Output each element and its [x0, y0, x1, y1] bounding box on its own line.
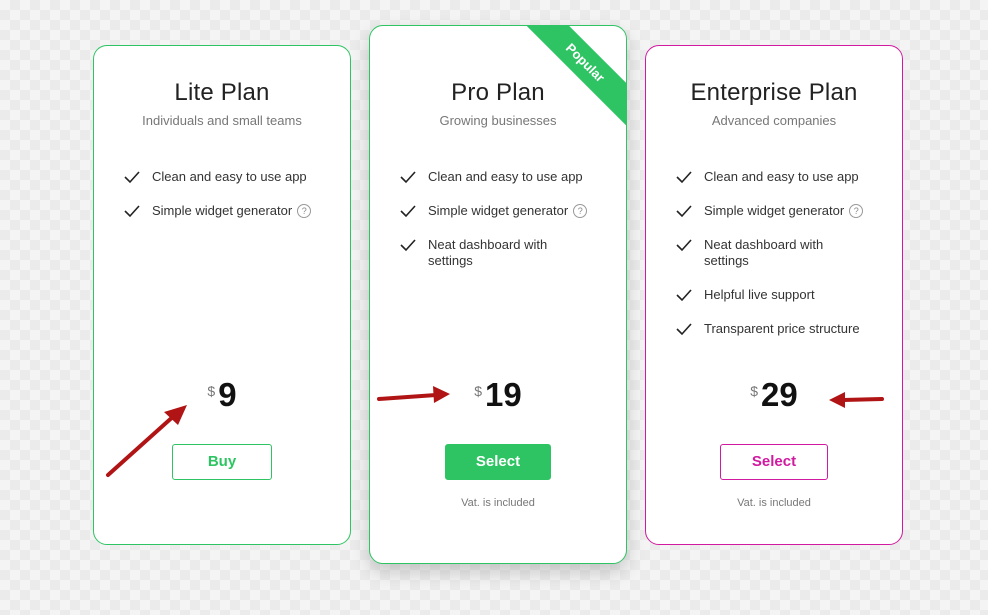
- lite-plan-card: Lite Plan Individuals and small teams Cl…: [93, 45, 351, 545]
- help-icon[interactable]: ?: [297, 204, 312, 218]
- feature-item: Simple widget generator?: [400, 203, 606, 219]
- check-icon: [676, 289, 692, 302]
- feature-text: Helpful live support: [704, 287, 815, 302]
- feature-list: Clean and easy to use app Simple widget …: [124, 169, 330, 237]
- feature-text: Clean and easy to use app: [704, 169, 859, 184]
- check-icon: [124, 171, 140, 184]
- check-icon: [124, 205, 140, 218]
- check-icon: [676, 323, 692, 336]
- price: $29: [646, 376, 902, 414]
- price-amount: 9: [218, 376, 237, 413]
- check-icon: [676, 171, 692, 184]
- feature-item: Neat dashboard with settings: [400, 237, 606, 269]
- plan-subtitle: Growing businesses: [439, 113, 557, 128]
- vat-note: Vat. is included: [461, 497, 535, 509]
- plan-subtitle: Individuals and small teams: [142, 113, 302, 128]
- check-icon: [400, 171, 416, 184]
- plan-title: Enterprise Plan: [690, 79, 858, 106]
- price-amount: 29: [761, 376, 798, 413]
- feature-text: Simple widget generator: [428, 203, 569, 218]
- popular-ribbon: Popular: [521, 26, 626, 127]
- feature-list: Clean and easy to use app Simple widget …: [400, 169, 606, 287]
- plan-subtitle: Advanced companies: [711, 113, 837, 128]
- feature-text: Transparent price structure: [704, 321, 860, 336]
- feature-text: Neat dashboard with settings: [428, 237, 548, 268]
- feature-list: Clean and easy to use app Simple widget …: [676, 169, 882, 355]
- check-icon: [400, 239, 416, 252]
- feature-text: Neat dashboard with settings: [704, 237, 824, 268]
- feature-item: Simple widget generator?: [124, 203, 330, 219]
- price-amount: 19: [485, 376, 522, 413]
- feature-text: Clean and easy to use app: [152, 169, 307, 184]
- pro-plan-card: Popular Pro Plan Growing businesses Clea…: [369, 25, 627, 564]
- enterprise-plan-card: Enterprise Plan Advanced companies Clean…: [645, 45, 903, 545]
- select-button[interactable]: Select: [720, 444, 828, 480]
- help-icon[interactable]: ?: [573, 204, 588, 218]
- feature-item: Clean and easy to use app: [400, 169, 606, 185]
- feature-item: Transparent price structure: [676, 321, 882, 337]
- feature-text: Simple widget generator: [152, 203, 293, 218]
- plan-title: Pro Plan: [451, 79, 545, 106]
- feature-text: Simple widget generator: [704, 203, 845, 218]
- price: $19: [370, 376, 626, 414]
- help-icon[interactable]: ?: [849, 204, 864, 218]
- buy-button[interactable]: Buy: [172, 444, 272, 480]
- vat-note: Vat. is included: [737, 497, 811, 509]
- feature-item: Clean and easy to use app: [676, 169, 882, 185]
- plan-title: Lite Plan: [174, 79, 270, 106]
- currency-symbol: $: [207, 383, 216, 399]
- currency-symbol: $: [474, 383, 483, 399]
- feature-item: Helpful live support: [676, 287, 882, 303]
- select-button[interactable]: Select: [445, 444, 551, 480]
- feature-item: Simple widget generator?: [676, 203, 882, 219]
- check-icon: [676, 205, 692, 218]
- check-icon: [400, 205, 416, 218]
- price: $9: [94, 376, 350, 414]
- currency-symbol: $: [750, 383, 759, 399]
- feature-text: Clean and easy to use app: [428, 169, 583, 184]
- feature-item: Clean and easy to use app: [124, 169, 330, 185]
- feature-item: Neat dashboard with settings: [676, 237, 882, 269]
- check-icon: [676, 239, 692, 252]
